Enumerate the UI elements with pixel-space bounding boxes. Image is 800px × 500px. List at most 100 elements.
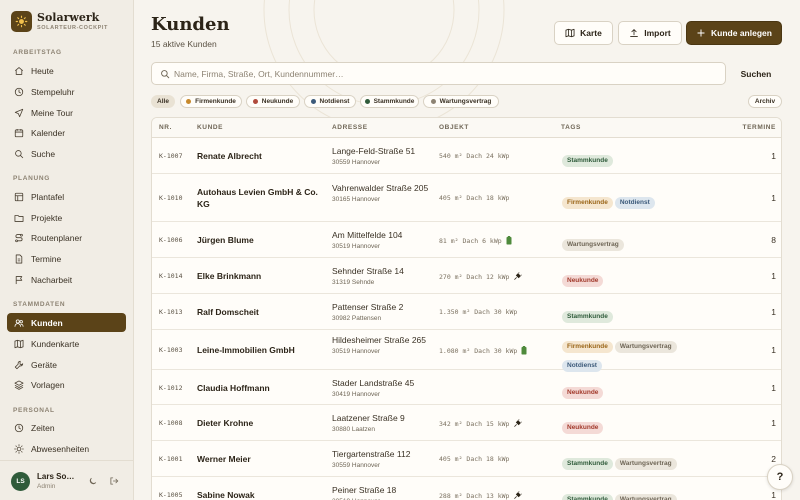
sidebar-item-zeiten[interactable]: Zeiten xyxy=(7,418,126,437)
filter-chip-label: Firmenkunde xyxy=(195,98,236,105)
address-city: 30559 Hannover xyxy=(332,462,381,469)
sidebar-item-vorlagen[interactable]: Vorlagen xyxy=(7,375,126,394)
appointment-count: 1 xyxy=(771,307,776,317)
customer-name[interactable]: Renate Albrecht xyxy=(197,150,322,162)
tag-neukunde: Neukunde xyxy=(562,422,604,434)
upload-icon xyxy=(630,28,639,37)
avatar[interactable]: LS xyxy=(11,472,30,491)
object-kwp: 18 kWp xyxy=(485,455,510,463)
table-row[interactable]: K-1005 Sabine Nowak Peiner Straße 1830519 … xyxy=(152,477,781,500)
sidebar-item-plantafel[interactable]: Plantafel xyxy=(7,187,126,206)
sidebar-item-meine-tour[interactable]: Meine Tour xyxy=(7,103,126,122)
column-header-adresse[interactable]: ADRESSE xyxy=(332,124,368,131)
sidebar-item-nacharbeit[interactable]: Nacharbeit xyxy=(7,270,126,289)
search-button[interactable]: Suchen xyxy=(734,62,778,85)
customer-name[interactable]: Autohaus Levien GmbH & Co. KG xyxy=(197,186,322,210)
clock-icon xyxy=(14,87,24,96)
customer-address: Peiner Straße 1830519 Hannover xyxy=(332,485,432,500)
moon-icon[interactable] xyxy=(88,476,98,486)
sidebar-item-ger-te[interactable]: Geräte xyxy=(7,355,126,374)
filter-chip-stammkunde[interactable]: Stammkunde xyxy=(360,95,419,108)
dot-icon xyxy=(430,99,436,104)
customer-number: K-1007 xyxy=(159,152,183,160)
folder-icon xyxy=(14,214,24,222)
sidebar-item-label: Kalender xyxy=(31,127,66,138)
table-row[interactable]: K-1014 Elke Brinkmann Sehnder Straße 14 313… xyxy=(152,258,781,294)
sidebar-item-termine[interactable]: Termine xyxy=(7,249,126,268)
customer-name[interactable]: Claudia Hoffmann xyxy=(197,382,322,394)
sidebar-item-suche[interactable]: Suche xyxy=(7,144,126,163)
table-row[interactable]: K-1008 Dieter Krohne Laatzener Straße 9 308… xyxy=(152,405,781,441)
address-city: 30559 Hannover xyxy=(332,159,381,166)
import-button[interactable]: Import xyxy=(618,21,682,45)
table-row[interactable]: K-1013 Ralf Domscheit Pattenser Straße 2 30… xyxy=(152,294,781,330)
main-content: Kunden 15 aktive Kunden Karte Import Kun… xyxy=(134,0,800,500)
tag-wartungsvertrag: Wartungsvertrag xyxy=(614,494,677,500)
customer-name[interactable]: Dieter Krohne xyxy=(197,417,322,429)
customer-name[interactable]: Elke Brinkmann xyxy=(197,270,322,282)
search-icon xyxy=(15,149,24,158)
filter-chip-all[interactable]: Alle xyxy=(151,95,175,108)
sidebar-item-kalender[interactable]: Kalender xyxy=(7,123,126,142)
column-header-objekt[interactable]: OBJEKT xyxy=(439,124,469,131)
archive-button[interactable]: Archiv xyxy=(748,95,782,108)
customer-tags: Firmenkunde WartungsvertragNotdienst xyxy=(561,335,701,373)
sidebar-item-label: Nacharbeit xyxy=(31,274,73,285)
filter-chip-notdienst[interactable]: Notdienst xyxy=(304,95,356,108)
column-header-kunde[interactable]: KUNDE xyxy=(197,124,223,131)
table-row[interactable]: K-1012 Claudia Hoffmann Stader Landstraße … xyxy=(152,370,781,405)
sidebar-item-label: Vorlagen xyxy=(31,379,65,390)
layers-icon xyxy=(14,380,24,390)
object-roof: Dach xyxy=(466,455,483,463)
column-header-termine[interactable]: TERMINE xyxy=(743,124,776,131)
address-street: Sehnder Straße 14 xyxy=(332,266,404,276)
add-customer-button[interactable]: Kunde anlegen xyxy=(686,21,782,45)
route-icon xyxy=(15,233,23,242)
address-street: Peiner Straße 18 xyxy=(332,485,397,495)
plug-icon xyxy=(514,419,523,427)
logout-icon[interactable] xyxy=(109,476,119,486)
customer-name[interactable]: Ralf Domscheit xyxy=(197,306,322,318)
dot-icon xyxy=(364,99,370,104)
filter-chip-label: Notdienst xyxy=(319,98,350,105)
users-icon xyxy=(14,318,24,327)
help-button[interactable]: ? xyxy=(767,464,793,490)
customer-address: Laatzener Straße 9 30880 Laatzen xyxy=(332,413,432,433)
column-header-tags[interactable]: TAGS xyxy=(561,124,581,131)
plug-icon xyxy=(514,491,523,499)
customer-name[interactable]: Werner Meier xyxy=(197,453,322,465)
customer-name[interactable]: Leine-Immobilien GmbH xyxy=(197,344,322,356)
sidebar-item-stempeluhr[interactable]: Stempeluhr xyxy=(7,82,126,101)
map-button[interactable]: Karte xyxy=(554,21,613,45)
brand[interactable]: Solarwerk SOLARTEUR-COCKPIT xyxy=(11,11,108,32)
table-row[interactable]: K-1007 Renate Albrecht Lange-Feld-Straße 5… xyxy=(152,138,781,174)
column-header-nr[interactable]: NR. xyxy=(159,124,172,131)
table-row[interactable]: K-1003 Leine-Immobilien GmbH Hildesheimer … xyxy=(152,330,781,373)
customer-name[interactable]: Sabine Nowak xyxy=(197,489,322,500)
filter-chip-firmenkunde[interactable]: Firmenkunde xyxy=(180,95,242,108)
address-city: 30519 Hannover xyxy=(332,243,381,250)
object-info: 1.080 m² Dach 30 kWp xyxy=(439,346,527,355)
sun-icon xyxy=(14,443,24,454)
map-icon xyxy=(14,339,24,348)
sidebar-item-projekte[interactable]: Projekte xyxy=(7,208,126,227)
battery-icon xyxy=(521,346,527,355)
sidebar-item-kundenkarte[interactable]: Kundenkarte xyxy=(7,334,126,353)
table-row[interactable]: K-1010 Autohaus Levien GmbH & Co. KG Vahre… xyxy=(152,174,781,222)
table-row[interactable]: K-1006 Jürgen Blume Am Mittelfelde 104 3051… xyxy=(152,222,781,258)
navigation-icon xyxy=(14,108,24,117)
search-input[interactable] xyxy=(174,67,714,81)
table-row[interactable]: K-1001 Werner Meier Tiergartenstraße 112 30… xyxy=(152,441,781,477)
tag-neukunde: Neukunde xyxy=(562,275,604,287)
sidebar-item-kunden[interactable]: Kunden xyxy=(7,313,126,332)
customer-name[interactable]: Jürgen Blume xyxy=(197,234,322,246)
object-area: 405 m² xyxy=(439,194,463,202)
object-area: 1.350 m² xyxy=(439,308,471,316)
filter-chip-wartungsvertrag[interactable]: Wartungsvertrag xyxy=(423,95,499,108)
table-header: NR. KUNDE ADRESSE OBJEKT TAGS TERMINE xyxy=(152,118,781,138)
sidebar-item-heute[interactable]: Heute xyxy=(7,61,126,80)
customer-tags: Firmenkunde Notdienst xyxy=(561,191,701,210)
filter-chip-neukunde[interactable]: Neukunde xyxy=(246,95,300,108)
sidebar-item-abwesenheiten[interactable]: Abwesenheiten xyxy=(7,439,126,458)
sidebar-item-routenplaner[interactable]: Routenplaner xyxy=(7,228,126,247)
